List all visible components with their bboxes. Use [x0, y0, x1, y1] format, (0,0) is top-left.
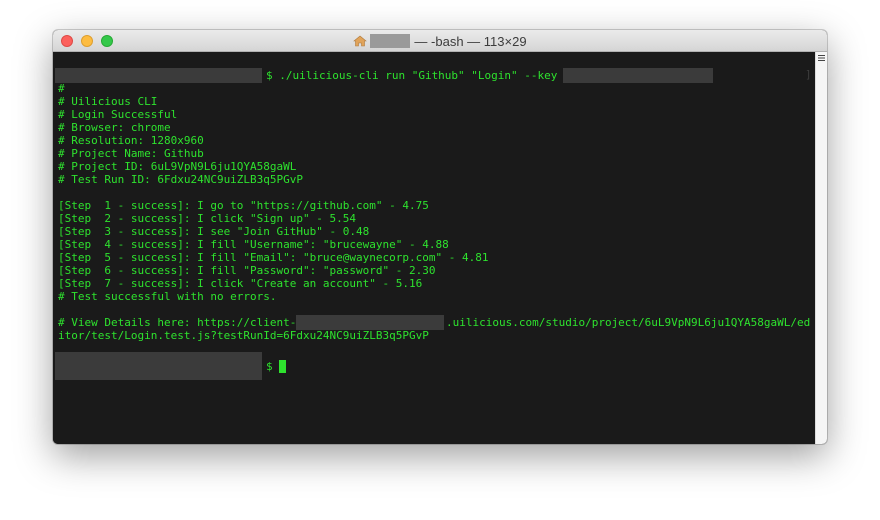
- redacted-prompt: [55, 68, 262, 83]
- output-line: # Project ID: 6uL9VpN9L6ju1QYA58gaWL: [58, 160, 297, 173]
- step-line: [Step 3 - success]: I see "Join GitHub" …: [58, 225, 370, 238]
- step-line: [Step 6 - success]: I fill "Password": "…: [58, 264, 436, 277]
- output-line: # Browser: chrome: [58, 121, 171, 134]
- title-bar[interactable]: — -bash — 113×29: [53, 30, 827, 52]
- redacted-key: [563, 68, 713, 83]
- details-url-line[interactable]: .uilicious.com/studio/project/6uL9VpN9L6…: [446, 316, 810, 329]
- redacted-username: [370, 34, 411, 48]
- output-line: # Test successful with no errors.: [58, 290, 277, 303]
- details-line: # View Details here: https://client-: [58, 316, 297, 329]
- redacted-prompt: [55, 352, 262, 380]
- prompt-line: $: [266, 360, 273, 373]
- output-line: # Uilicious CLI: [58, 95, 158, 108]
- command-line: $ ./uilicious-cli run "Github" "Login" -…: [266, 69, 558, 82]
- scroll-indicator-icon[interactable]: [818, 55, 825, 61]
- home-icon: [353, 35, 368, 47]
- scrollbar[interactable]: [815, 52, 827, 444]
- terminal-output[interactable]: $ ./uilicious-cli run "Github" "Login" -…: [53, 52, 815, 444]
- step-line: [Step 4 - success]: I fill "Username": "…: [58, 238, 449, 251]
- step-line: [Step 7 - success]: I click "Create an a…: [58, 277, 423, 290]
- scroll-bracket: ]: [805, 68, 812, 81]
- redacted-client: [296, 315, 444, 330]
- details-url-line[interactable]: itor/test/Login.test.js?testRunId=6Fdxu2…: [58, 329, 429, 342]
- output-line: # Resolution: 1280x960: [58, 134, 204, 147]
- output-line: # Project Name: Github: [58, 147, 204, 160]
- step-line: [Step 5 - success]: I fill "Email": "bru…: [58, 251, 489, 264]
- output-line: # Test Run ID: 6Fdxu24NC9uiZLB3q5PGvP: [58, 173, 304, 186]
- step-line: [Step 1 - success]: I go to "https://git…: [58, 199, 429, 212]
- terminal-window: — -bash — 113×29 $ ./uilicious-cli run "…: [53, 30, 827, 444]
- output-line: # Login Successful: [58, 108, 178, 121]
- window-title: — -bash — 113×29: [53, 30, 827, 52]
- output-line: #: [58, 82, 65, 95]
- window-title-text: — -bash — 113×29: [414, 33, 527, 49]
- step-line: [Step 2 - success]: I click "Sign up" - …: [58, 212, 357, 225]
- text-cursor: [279, 360, 286, 373]
